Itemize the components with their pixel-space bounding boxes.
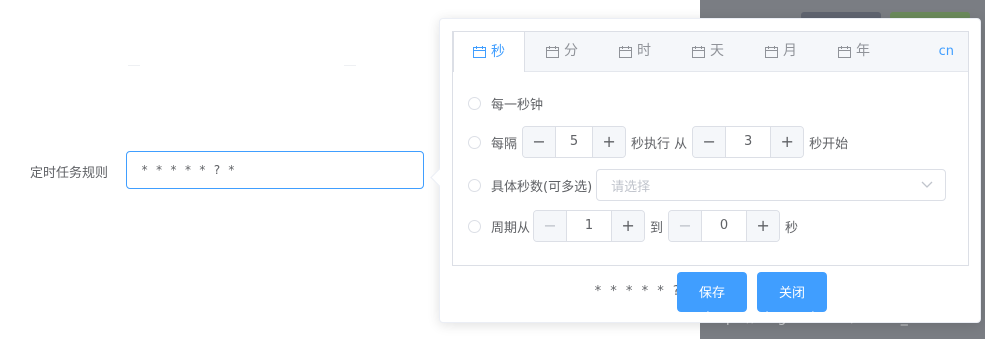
tab-hour[interactable]: 时 (619, 32, 651, 71)
option-every-second[interactable]: 每一秒钟 (468, 94, 543, 113)
interval-prefix: 每隔 (491, 136, 518, 152)
option-interval: 每隔 − 5 + 秒执行 从 − 3 + 秒开始 (468, 126, 848, 158)
tab-bar: 秒 分 时 天 月 年 cn (453, 32, 968, 72)
plus-icon[interactable]: + (611, 211, 645, 241)
plus-icon[interactable]: + (592, 127, 626, 157)
close-button[interactable]: 关闭 (757, 272, 827, 312)
cron-tabs: 秒 分 时 天 月 年 cn 每一秒钟 每隔 − 5 + 秒执行 从 − 3 +… (452, 31, 969, 266)
tab-year[interactable]: 年 (838, 32, 870, 71)
cycle-from-value[interactable]: 1 (567, 211, 611, 241)
calendar-icon (473, 46, 486, 58)
tab-label: 时 (637, 43, 651, 59)
start-value[interactable]: 3 (726, 127, 770, 157)
cycle-from-stepper[interactable]: − 1 + (533, 210, 646, 242)
faint-line (128, 65, 140, 66)
specific-seconds-select[interactable]: 请选择 (596, 169, 947, 201)
start-stepper[interactable]: − 3 + (692, 126, 805, 158)
option-specific: 具体秒数(可多选) 请选择 (468, 169, 947, 201)
cycle-to-value[interactable]: 0 (702, 211, 746, 241)
every-second-label: 每一秒钟 (491, 98, 544, 113)
cron-popover: 秒 分 时 天 月 年 cn 每一秒钟 每隔 − 5 + 秒执行 从 − 3 +… (430, 18, 981, 323)
plus-icon[interactable]: + (746, 211, 780, 241)
interval-value[interactable]: 5 (556, 127, 592, 157)
tab-label: 秒 (491, 43, 505, 60)
minus-icon[interactable]: − (534, 211, 568, 241)
interval-stepper[interactable]: − 5 + (522, 126, 627, 158)
calendar-icon (765, 45, 778, 58)
specific-label: 具体秒数(可多选) (491, 179, 593, 195)
calendar-icon (619, 45, 632, 58)
cycle-middle: 到 (650, 220, 664, 236)
language-toggle[interactable]: cn (939, 32, 954, 71)
cron-rule-label: 定时任务规则 (30, 166, 109, 181)
tab-minute[interactable]: 分 (546, 32, 578, 71)
popover-arrow (430, 168, 449, 187)
tab-day[interactable]: 天 (692, 32, 724, 71)
cycle-to-stepper[interactable]: − 0 + (668, 210, 781, 242)
watermark: https://blog.csdn.net/weixin_49855580 (706, 310, 980, 326)
select-placeholder: 请选择 (611, 179, 651, 195)
radio-interval[interactable] (468, 135, 481, 149)
tab-label: 分 (564, 43, 578, 59)
cycle-suffix: 秒 (785, 220, 799, 236)
save-button[interactable]: 保存 (677, 272, 747, 312)
cron-rule-input[interactable]: * * * * * ? * (126, 151, 424, 189)
calendar-icon (838, 45, 851, 58)
tab-label: 年 (856, 43, 870, 59)
chevron-down-icon (921, 181, 933, 188)
minus-icon[interactable]: − (693, 127, 727, 157)
radio-cycle[interactable] (468, 219, 481, 233)
tab-label: 天 (710, 43, 724, 59)
option-cycle: 周期从 − 1 + 到 − 0 + 秒 (468, 210, 798, 242)
plus-icon[interactable]: + (770, 127, 804, 157)
calendar-icon (546, 45, 559, 58)
tab-label: 月 (783, 43, 797, 59)
radio-specific[interactable] (468, 178, 481, 192)
interval-middle: 秒执行 从 (631, 136, 688, 152)
calendar-icon (692, 45, 705, 58)
faint-line (344, 65, 356, 66)
minus-icon[interactable]: − (669, 211, 703, 241)
cycle-prefix: 周期从 (491, 220, 531, 236)
minus-icon[interactable]: − (523, 127, 557, 157)
interval-suffix: 秒开始 (809, 136, 849, 152)
tab-second[interactable]: 秒 (453, 32, 525, 72)
radio-every-second[interactable] (468, 97, 481, 110)
tab-month[interactable]: 月 (765, 32, 797, 71)
